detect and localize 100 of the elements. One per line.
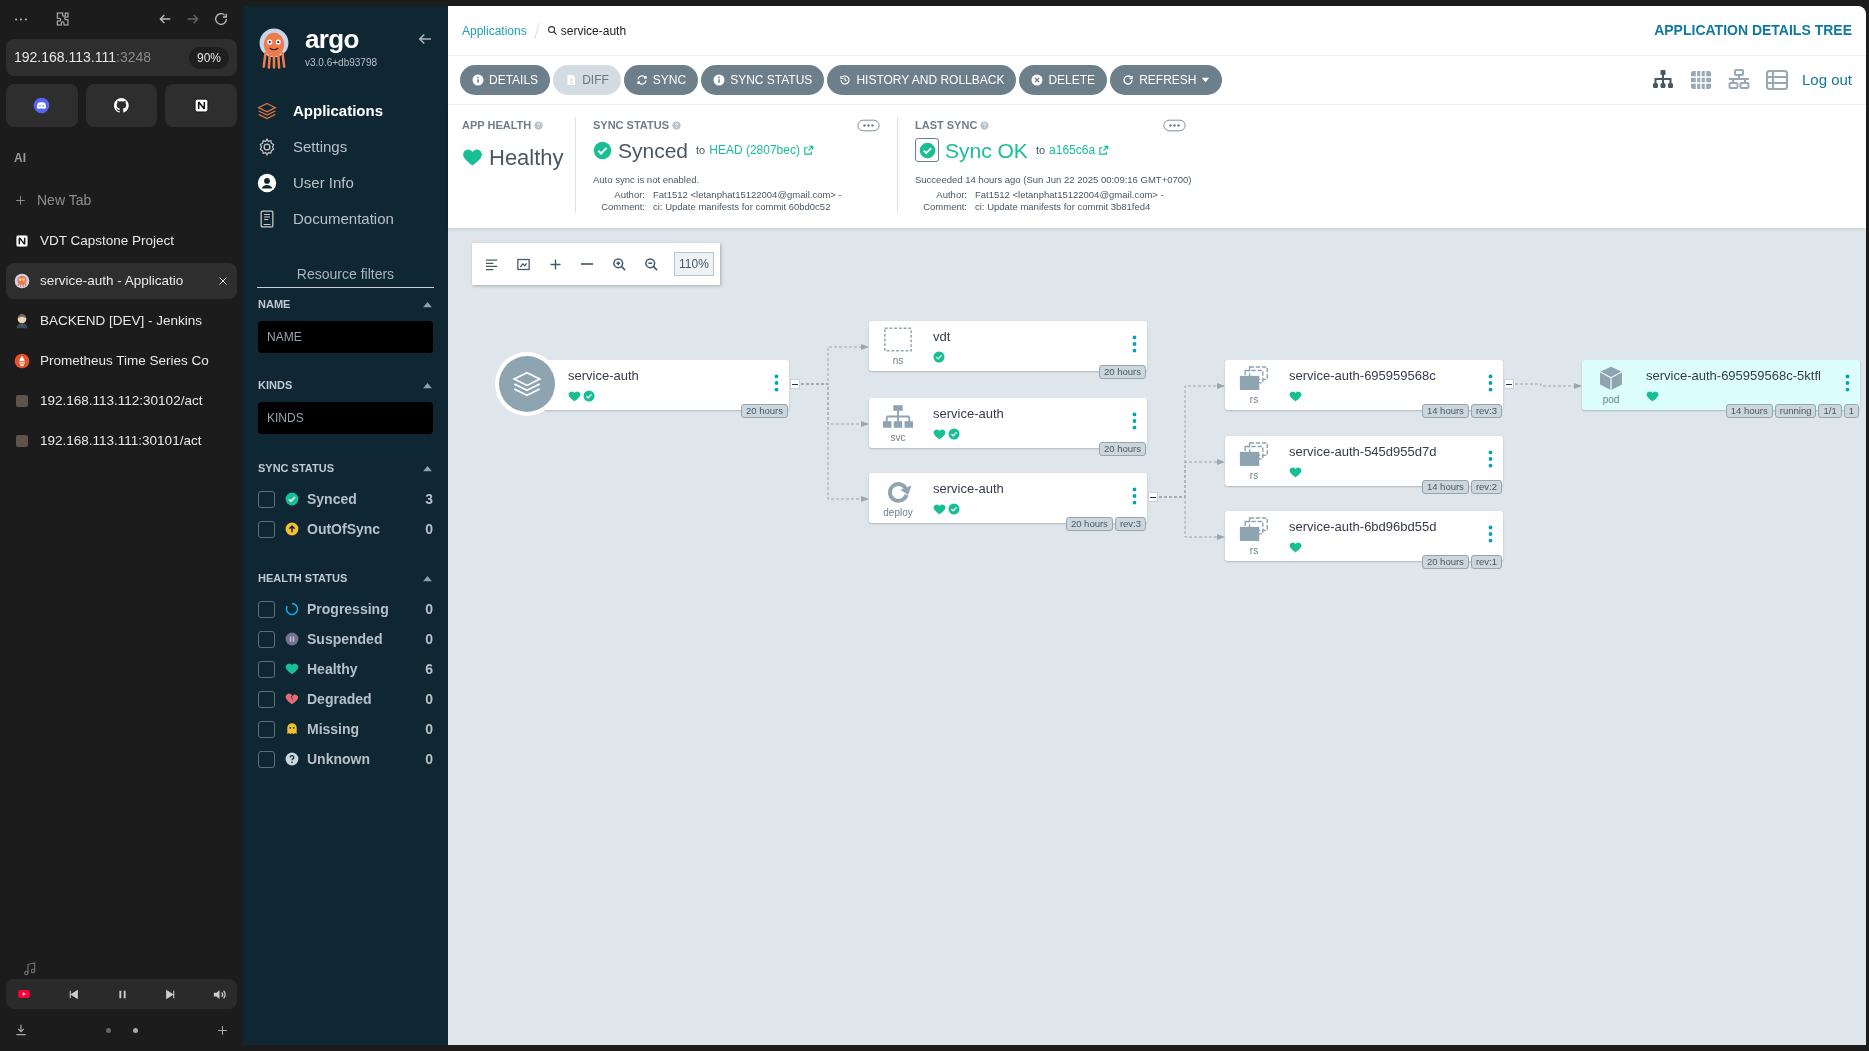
spinner-ring-icon: [285, 602, 299, 616]
info-tag: rev:2: [1470, 480, 1502, 494]
app-logo-text: argo: [305, 26, 360, 52]
filter-checkbox[interactable]: [258, 750, 275, 768]
octopus-icon: [14, 273, 30, 289]
pinned-tab[interactable]: [165, 84, 237, 127]
search-icon[interactable]: [546, 25, 558, 36]
info-tag: 20 hours: [1099, 365, 1146, 379]
kebab-menu-icon[interactable]: [1488, 450, 1493, 468]
user-circle-icon: [257, 173, 277, 193]
toolbar-button[interactable]: SYNC: [623, 65, 699, 95]
kebab-menu-icon[interactable]: [1488, 525, 1493, 543]
filter-count: 0: [425, 689, 433, 709]
browser-tab[interactable]: 192.168.113.111:30101/act: [6, 423, 237, 459]
info-icon: [713, 74, 726, 86]
reload-icon[interactable]: [213, 11, 229, 27]
collapse-caret-icon[interactable]: [422, 300, 433, 308]
filter-checkbox[interactable]: [258, 720, 275, 738]
more-options-icon[interactable]: [1163, 118, 1186, 132]
kebab-menu-icon[interactable]: [1845, 374, 1850, 392]
pause-circle-icon: [285, 632, 299, 646]
field-label: Author:: [613, 189, 645, 201]
filter-checkbox[interactable]: [258, 490, 275, 508]
info-tag: 1: [1843, 404, 1859, 418]
filter-checkbox[interactable]: [258, 600, 275, 618]
collapse-toggle[interactable]: [790, 379, 800, 389]
plus-icon[interactable]: [216, 1023, 229, 1037]
kebab-menu-icon[interactable]: [1132, 487, 1137, 505]
filter-checkbox[interactable]: [258, 690, 275, 708]
collapse-toggle[interactable]: [1504, 379, 1514, 389]
filter-count: 0: [425, 599, 433, 619]
filter-label: Synced: [307, 489, 358, 509]
collapse-caret-icon[interactable]: [422, 381, 433, 389]
toolbar-button[interactable]: REFRESH: [1110, 65, 1223, 95]
health-status: Healthy: [489, 143, 564, 172]
filter-count: 0: [425, 629, 433, 649]
browser-tab[interactable]: service-auth - Applicatio: [6, 263, 237, 299]
network-tree-icon: [883, 403, 913, 430]
new-tab-button[interactable]: New Tab: [6, 185, 237, 215]
filter-label: Healthy: [307, 659, 359, 679]
nav-item[interactable]: Documentation: [257, 206, 434, 232]
toolbar-button[interactable]: SYNC STATUS: [701, 65, 825, 95]
toolbar-button[interactable]: DETAILS: [460, 65, 551, 95]
filters-heading: Resource filters: [257, 264, 434, 288]
resource-name: service-auth-695959568c-5ktfl: [1646, 367, 1821, 385]
filter-count: 0: [425, 749, 433, 769]
filter-checkbox[interactable]: [258, 520, 275, 538]
collapse-caret-icon[interactable]: [422, 464, 433, 472]
kind-label: ns: [892, 355, 904, 366]
browser-tab[interactable]: Prometheus Time Series Co: [6, 343, 237, 379]
kebab-menu-icon[interactable]: [774, 374, 779, 392]
filter-input[interactable]: NAME: [258, 321, 433, 353]
next-track-icon[interactable]: [163, 987, 177, 1001]
octopus-logo: [257, 26, 291, 70]
resource-name: vdt: [933, 328, 951, 346]
kebab-menu-icon[interactable]: [1488, 374, 1493, 392]
puzzle-icon[interactable]: [54, 11, 70, 27]
zoom-level[interactable]: 90%: [188, 46, 229, 69]
more-icon[interactable]: [14, 16, 28, 22]
collapse-caret-icon[interactable]: [422, 574, 433, 582]
arrow-up-circle-icon: [285, 522, 299, 536]
section-title: SYNC STATUS: [258, 460, 334, 476]
filter-count: 3: [425, 489, 433, 509]
chat-bubble-icon: [33, 97, 51, 114]
previous-track-icon[interactable]: [67, 987, 81, 1001]
field-label: Comment:: [600, 201, 645, 213]
address-bar[interactable]: 192.168.113.111:3248 90%: [6, 39, 237, 76]
browser-tab[interactable]: BACKEND [DEV] - Jenkins: [6, 303, 237, 339]
kebab-menu-icon[interactable]: [1132, 412, 1137, 430]
field-label: Author:: [935, 189, 967, 201]
filter-label: Suspended: [307, 629, 384, 649]
dashed-square-icon: [883, 326, 913, 353]
logout-link[interactable]: Log out: [1801, 68, 1852, 92]
collapse-toggle[interactable]: [1148, 492, 1158, 502]
section-title: HEALTH STATUS: [258, 570, 348, 586]
browser-tab[interactable]: 192.168.113.112:30102/act: [6, 383, 237, 419]
filter-label: Missing: [307, 719, 361, 739]
filter-checkbox[interactable]: [258, 630, 275, 648]
connector-line: [1514, 383, 1582, 389]
pinned-tab[interactable]: [85, 84, 158, 127]
nav-item[interactable]: Applications: [257, 98, 434, 124]
download-icon[interactable]: [14, 1023, 28, 1037]
toolbar-button[interactable]: HISTORY AND ROLLBACK: [827, 65, 1017, 95]
nav-item[interactable]: Settings: [257, 134, 434, 160]
close-icon[interactable]: [217, 275, 229, 287]
filter-input[interactable]: KINDS: [258, 402, 433, 434]
caret-icon: [1201, 77, 1211, 83]
kebab-menu-icon[interactable]: [1132, 335, 1137, 353]
filter-checkbox[interactable]: [258, 660, 275, 678]
minus-icon: [581, 263, 593, 265]
more-options-icon[interactable]: [857, 118, 880, 132]
nav-item[interactable]: User Info: [257, 170, 434, 196]
section-title: NAME: [258, 296, 291, 312]
video-play-icon[interactable]: [16, 987, 32, 1001]
info-tag: 20 hours: [1065, 517, 1113, 531]
toolbar-button[interactable]: DELETE: [1019, 65, 1108, 95]
info-tag: rev:3: [1114, 517, 1146, 531]
notebook-icon: [14, 233, 30, 249]
info-tag: 14 hours: [1725, 404, 1773, 418]
browser-tab[interactable]: VDT Capstone Project: [6, 223, 237, 259]
